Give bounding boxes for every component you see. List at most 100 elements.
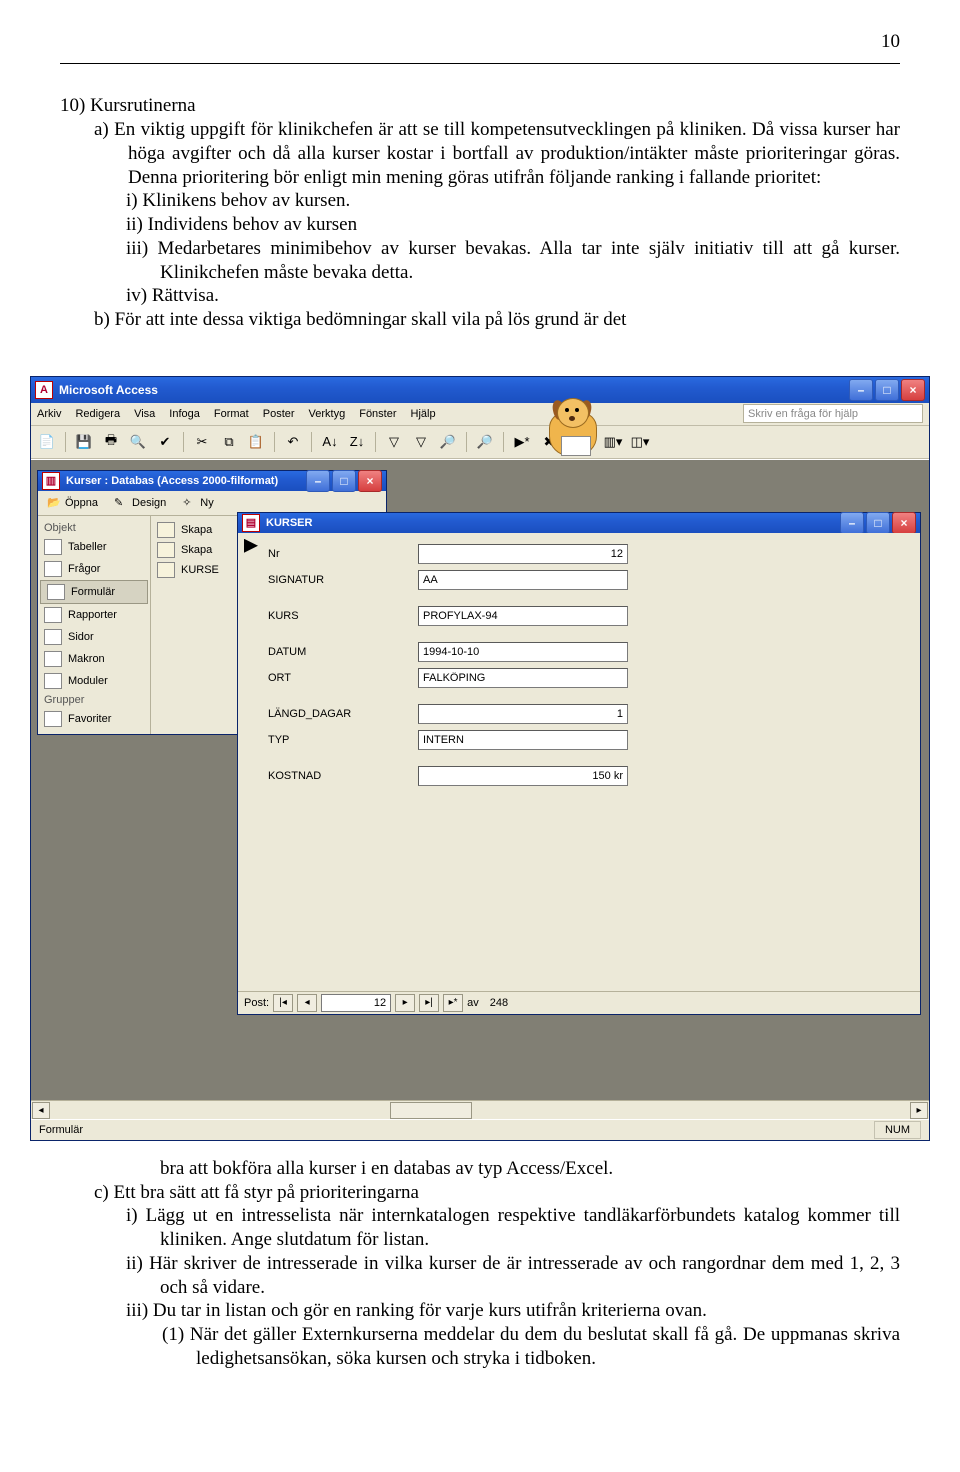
field-label-nr: Nr <box>268 548 418 560</box>
form-window-title: KURSER <box>266 517 312 529</box>
maximize-button[interactable]: □ <box>875 379 899 401</box>
main-toolbar: 📄 💾 🖶 🔍 ✔ ✂ ⧉ 📋 ↶ A↓ Z↓ ▽ ▽ 🔎 🔎 ▶* ✖ <box>31 426 929 459</box>
field-signatur[interactable] <box>418 570 628 590</box>
horizontal-scrollbar[interactable]: ◂ ▸ <box>31 1100 929 1119</box>
toolbar-paste-icon[interactable]: 📋 <box>244 430 268 454</box>
scroll-right-button[interactable]: ▸ <box>910 1102 928 1119</box>
field-nr[interactable] <box>418 544 628 564</box>
page-number: 10 <box>60 30 900 54</box>
main-window-title: Microsoft Access <box>59 383 158 397</box>
text-line: (1) När det gäller Externkurserna meddel… <box>60 1323 900 1371</box>
form-maximize-button[interactable]: □ <box>866 512 890 534</box>
toolbar-filter2-icon[interactable]: ▽ <box>409 430 433 454</box>
toolbar-copy-icon[interactable]: ⧉ <box>217 430 241 454</box>
form-minimize-button[interactable]: – <box>840 512 864 534</box>
access-app-icon: A <box>35 381 53 399</box>
field-kurs[interactable] <box>418 606 628 626</box>
objects-pane: Objekt Tabeller Frågor Formulär Rapporte… <box>38 516 151 734</box>
toolbar-obj-icon[interactable]: ▥▾ <box>601 430 625 454</box>
db-close-button[interactable]: × <box>358 470 382 492</box>
nav-prev-button[interactable]: ◂ <box>297 994 317 1012</box>
objects-rapporter[interactable]: Rapporter <box>38 604 150 626</box>
toolbar-save-icon[interactable]: 💾 <box>72 430 96 454</box>
form-body: Nr SIGNATUR KURS DATUM ORT LÄNGD_DAGAR T… <box>238 533 920 991</box>
field-label-signatur: SIGNATUR <box>268 574 418 586</box>
objects-sidor[interactable]: Sidor <box>38 626 150 648</box>
field-langd[interactable] <box>418 704 628 724</box>
open-icon: 📂 <box>47 496 61 510</box>
field-ort[interactable] <box>418 668 628 688</box>
objects-makron[interactable]: Makron <box>38 648 150 670</box>
objects-tabeller[interactable]: Tabeller <box>38 536 150 558</box>
toolbar-view-icon[interactable]: 📄 <box>35 430 59 454</box>
form-close-button[interactable]: × <box>892 512 916 534</box>
nav-of-label: av <box>467 997 479 1009</box>
mdi-area: ▥ Kurser : Databas (Access 2000-filforma… <box>31 459 929 1100</box>
minimize-button[interactable]: – <box>849 379 873 401</box>
nav-total: 248 <box>490 997 508 1009</box>
kurser-form-window[interactable]: ▤ KURSER – □ × Nr SIGNATUR KURS <box>237 512 921 1015</box>
menu-visa[interactable]: Visa <box>134 408 155 420</box>
nav-current-input[interactable]: 12 <box>321 994 391 1012</box>
toolbar-sort-asc-icon[interactable]: A↓ <box>318 430 342 454</box>
access-screenshot: A Microsoft Access – □ × Arkiv Redigera … <box>30 376 930 1141</box>
close-button[interactable]: × <box>901 379 925 401</box>
toolbar-filter-icon[interactable]: ▽ <box>382 430 406 454</box>
scroll-left-button[interactable]: ◂ <box>32 1102 50 1119</box>
main-titlebar[interactable]: A Microsoft Access – □ × <box>31 377 929 403</box>
report-icon <box>44 607 62 623</box>
menu-hjalp[interactable]: Hjälp <box>411 408 436 420</box>
toolbar-cut-icon[interactable]: ✂ <box>190 430 214 454</box>
nav-next-button[interactable]: ▸ <box>395 994 415 1012</box>
menu-poster[interactable]: Poster <box>263 408 295 420</box>
toolbar-print-icon[interactable]: 🖶 <box>99 430 123 454</box>
help-search-input[interactable]: Skriv en fråga för hjälp <box>743 404 923 423</box>
page-rule <box>60 63 900 64</box>
text-line: b) För att inte dessa viktiga bedömninga… <box>60 308 900 332</box>
field-datum[interactable] <box>418 642 628 662</box>
text-line: c) Ett bra sätt att få styr på prioriter… <box>60 1181 900 1205</box>
db-minimize-button[interactable]: – <box>306 470 330 492</box>
menu-verktyg[interactable]: Verktyg <box>309 408 346 420</box>
field-label-langd: LÄNGD_DAGAR <box>268 708 418 720</box>
nav-last-button[interactable]: ▸| <box>419 994 439 1012</box>
field-typ[interactable] <box>418 730 628 750</box>
nav-first-button[interactable]: |◂ <box>273 994 293 1012</box>
db-new-button[interactable]: ✧Ny <box>177 492 218 514</box>
objects-formular[interactable]: Formulär <box>40 580 148 604</box>
record-selector-icon[interactable] <box>244 539 258 553</box>
scroll-thumb[interactable] <box>390 1102 472 1119</box>
db-maximize-button[interactable]: □ <box>332 470 356 492</box>
toolbar-sort-desc-icon[interactable]: Z↓ <box>345 430 369 454</box>
toolbar-spell-icon[interactable]: ✔ <box>153 430 177 454</box>
db-open-button[interactable]: 📂Öppna <box>42 492 103 514</box>
text-line: bra att bokföra alla kurser i en databas… <box>60 1157 900 1181</box>
favorites-icon <box>44 711 62 727</box>
table-icon <box>44 539 62 555</box>
field-kostnad[interactable] <box>418 766 628 786</box>
objects-fragor[interactable]: Frågor <box>38 558 150 580</box>
groups-header: Grupper <box>38 692 150 708</box>
menu-arkiv[interactable]: Arkiv <box>37 408 61 420</box>
menu-format[interactable]: Format <box>214 408 249 420</box>
db-design-button[interactable]: ✎Design <box>109 492 171 514</box>
office-assistant-dog[interactable] <box>541 396 603 462</box>
objects-favoriter[interactable]: Favoriter <box>38 708 150 730</box>
toolbar-find-icon[interactable]: 🔎 <box>436 430 460 454</box>
objects-header: Objekt <box>38 520 150 536</box>
toolbar-preview-icon[interactable]: 🔍 <box>126 430 150 454</box>
menu-redigera[interactable]: Redigera <box>75 408 120 420</box>
toolbar-undo-icon[interactable]: ↶ <box>281 430 305 454</box>
toolbar-find2-icon[interactable]: 🔎 <box>473 430 497 454</box>
toolbar-newrec-icon[interactable]: ▶* <box>510 430 534 454</box>
field-label-kurs: KURS <box>268 610 418 622</box>
menu-fonster[interactable]: Fönster <box>359 408 396 420</box>
menubar: Arkiv Redigera Visa Infoga Format Poster… <box>31 403 929 426</box>
text-line: 10) Kursrutinerna <box>60 94 900 118</box>
objects-moduler[interactable]: Moduler <box>38 670 150 692</box>
toolbar-rel-icon[interactable]: ◫▾ <box>628 430 652 454</box>
nav-new-button[interactable]: ▸* <box>443 994 463 1012</box>
field-label-kostnad: KOSTNAD <box>268 770 418 782</box>
wizard-icon <box>157 542 175 558</box>
menu-infoga[interactable]: Infoga <box>169 408 200 420</box>
